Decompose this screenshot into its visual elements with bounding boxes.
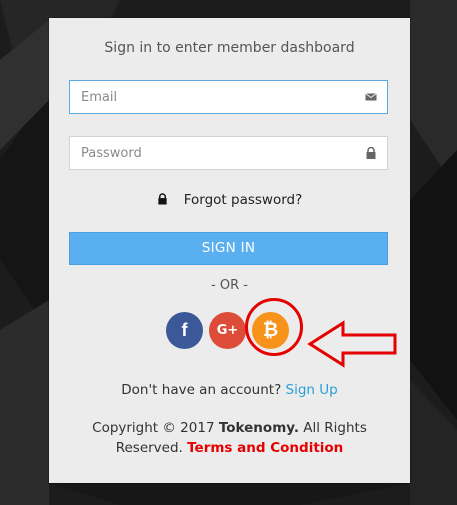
login-card: Sign in to enter member dashboard Forgot… xyxy=(49,18,410,483)
forgot-password-link[interactable]: Forgot password? xyxy=(184,192,303,208)
annotation-arrow-icon xyxy=(307,320,397,368)
no-account-text: Don't have an account? xyxy=(121,382,282,398)
lock-icon xyxy=(366,147,376,159)
signup-prompt: Don't have an account? Sign Up xyxy=(49,382,410,398)
terms-link[interactable]: Terms and Condition xyxy=(187,440,343,456)
lock-icon xyxy=(158,193,167,205)
password-field-wrapper xyxy=(69,136,388,170)
copyright-text: Copyright © 2017 Tokenomy. All Rights Re… xyxy=(69,418,390,458)
sign-in-button[interactable]: SIGN IN xyxy=(69,232,388,265)
annotation-circle xyxy=(245,298,303,356)
copyright-prefix: Copyright © 2017 xyxy=(92,420,219,436)
password-input[interactable] xyxy=(70,137,351,169)
google-plus-login-button[interactable]: G+ xyxy=(209,312,246,349)
envelope-icon xyxy=(365,93,377,101)
login-subtitle: Sign in to enter member dashboard xyxy=(104,40,355,56)
forgot-password-row: Forgot password? xyxy=(49,192,410,208)
brand-name: Tokenomy. xyxy=(218,420,299,436)
sign-up-link[interactable]: Sign Up xyxy=(286,382,338,398)
email-field-wrapper xyxy=(69,80,388,114)
or-divider: - OR - xyxy=(211,278,248,293)
facebook-login-button[interactable]: f xyxy=(166,312,203,349)
email-input[interactable] xyxy=(70,81,351,113)
